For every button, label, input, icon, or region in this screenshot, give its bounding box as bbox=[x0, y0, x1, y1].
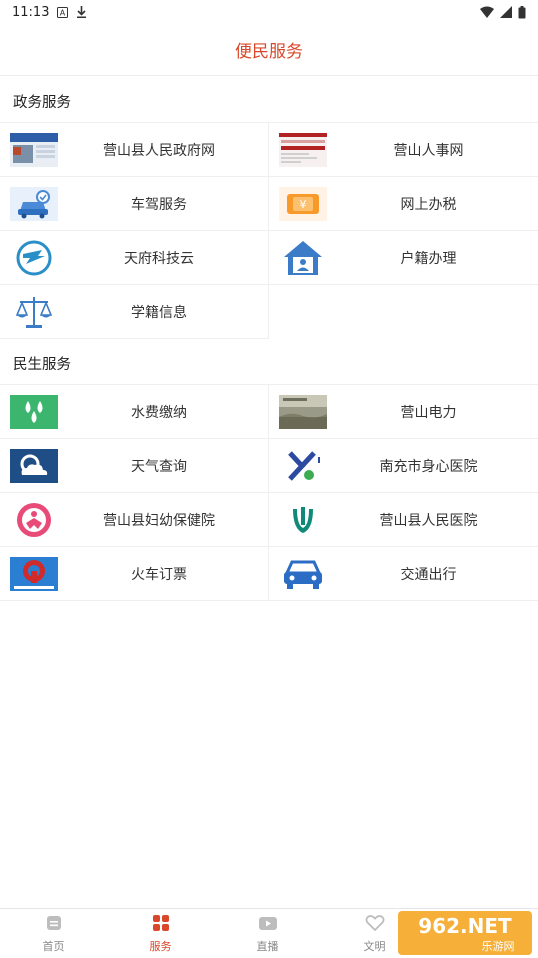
tab-home[interactable]: 首页 bbox=[0, 909, 107, 958]
section-title-government: 政务服务 bbox=[13, 95, 71, 111]
service-item-tianfu-cloud[interactable]: 天府科技云 bbox=[0, 231, 269, 285]
car-service-icon bbox=[10, 185, 58, 222]
grid-services-icon bbox=[152, 914, 170, 935]
tab-label: 文明 bbox=[363, 939, 386, 953]
railway-logo-icon bbox=[10, 555, 58, 592]
status-bar: 11:13 A bbox=[0, 0, 538, 24]
watermark-logo: 962.NET 乐游网 bbox=[398, 911, 532, 955]
page-header: 便民服务 bbox=[0, 24, 538, 76]
download-icon bbox=[76, 6, 87, 18]
service-item-car-service[interactable]: 车驾服务 bbox=[0, 177, 269, 231]
service-item-county-government[interactable]: 营山县人民政府网 bbox=[0, 123, 269, 177]
car-front-icon bbox=[279, 555, 327, 592]
weather-cloud-icon bbox=[10, 447, 58, 484]
service-item-online-tax[interactable]: ¥ 网上办税 bbox=[269, 177, 538, 231]
livelihood-services-grid: 水费缴纳 营山电力 天气查询 南充市身心医院 营山县妇幼保健院 营山县人民医院 bbox=[0, 384, 538, 601]
service-item-student-records[interactable]: 学籍信息 bbox=[0, 285, 269, 339]
government-site-thumbnail-icon bbox=[10, 131, 58, 168]
service-item-power[interactable]: 营山电力 bbox=[269, 385, 538, 439]
personnel-site-thumbnail-icon bbox=[279, 131, 327, 168]
empty-cell bbox=[269, 285, 538, 339]
people-hospital-logo-icon bbox=[279, 501, 327, 538]
tab-label: 服务 bbox=[149, 939, 172, 953]
tianfu-tech-cloud-icon bbox=[10, 239, 58, 276]
home-document-icon bbox=[45, 914, 63, 935]
page-title: 便民服务 bbox=[235, 42, 303, 62]
service-item-psychiatric-hospital[interactable]: 南充市身心医院 bbox=[269, 439, 538, 493]
watermark-subtext: 乐游网 bbox=[482, 940, 515, 953]
watermark-text: 962.NET bbox=[418, 914, 512, 938]
signal-icon bbox=[500, 6, 512, 18]
heart-icon bbox=[365, 914, 385, 935]
service-item-weather[interactable]: 天气查询 bbox=[0, 439, 269, 493]
notification-a-icon: A bbox=[57, 6, 69, 18]
section-title-livelihood: 民生服务 bbox=[13, 357, 71, 373]
wifi-icon bbox=[480, 6, 494, 18]
service-item-people-hospital[interactable]: 营山县人民医院 bbox=[269, 493, 538, 547]
status-time: 11:13 bbox=[12, 4, 50, 20]
water-drops-icon bbox=[10, 393, 58, 430]
tab-services[interactable]: 服务 bbox=[107, 909, 214, 958]
tab-live[interactable]: 直播 bbox=[214, 909, 321, 958]
video-play-icon bbox=[258, 914, 278, 935]
svg-text:A: A bbox=[60, 8, 66, 17]
service-item-traffic[interactable]: 交通出行 bbox=[269, 547, 538, 601]
tab-label: 首页 bbox=[42, 939, 65, 953]
power-company-thumbnail-icon bbox=[279, 393, 327, 430]
hospital-logo-icon bbox=[279, 447, 327, 484]
battery-icon bbox=[518, 5, 526, 19]
tab-label: 直播 bbox=[256, 939, 279, 953]
service-item-personnel[interactable]: 营山人事网 bbox=[269, 123, 538, 177]
service-item-train-tickets[interactable]: 火车订票 bbox=[0, 547, 269, 601]
scales-icon bbox=[10, 293, 58, 330]
government-services-grid: 营山县人民政府网 营山人事网 车驾服务 ¥ 网上办税 天府科技云 户籍办理 学籍… bbox=[0, 122, 538, 339]
svg-text:¥: ¥ bbox=[300, 198, 307, 211]
service-item-water-bill[interactable]: 水费缴纳 bbox=[0, 385, 269, 439]
tax-ticket-icon: ¥ bbox=[279, 185, 327, 222]
maternal-child-hospital-icon bbox=[10, 501, 58, 538]
household-registration-house-icon bbox=[279, 239, 327, 276]
service-item-maternal-child-hospital[interactable]: 营山县妇幼保健院 bbox=[0, 493, 269, 547]
service-item-household-registration[interactable]: 户籍办理 bbox=[269, 231, 538, 285]
